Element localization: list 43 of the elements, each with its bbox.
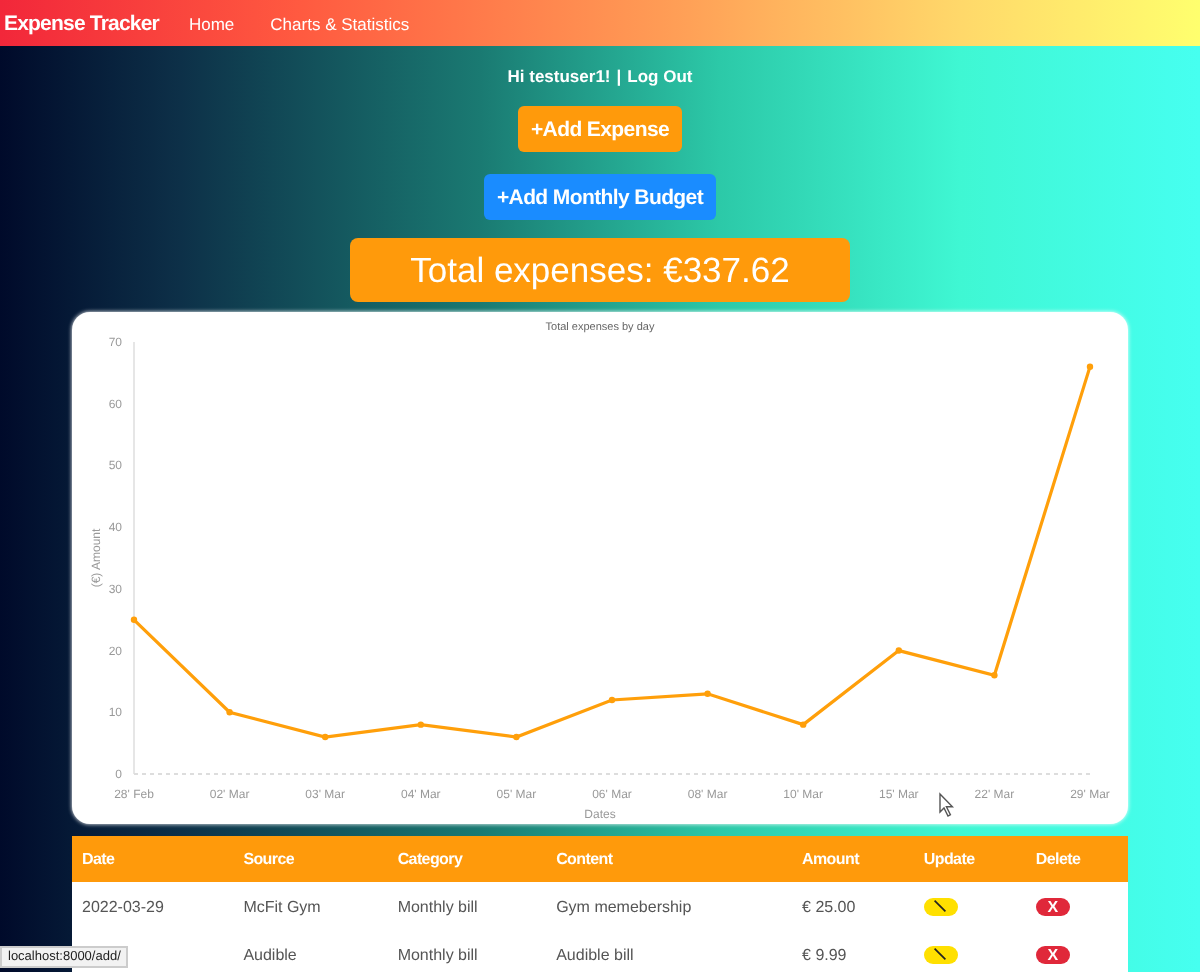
- column-header: Content: [546, 836, 793, 882]
- column-header: Source: [233, 836, 388, 882]
- cursor-icon: [939, 792, 955, 817]
- column-header: Category: [387, 836, 547, 882]
- pencil-icon: [932, 898, 949, 914]
- delete-button[interactable]: X: [1035, 897, 1070, 915]
- column-header: Delete: [1025, 836, 1128, 882]
- table-cell: Monthly bill: [387, 882, 547, 930]
- table-cell: 2022-03-29: [72, 882, 234, 930]
- separator-text: |: [616, 66, 622, 86]
- greeting-text: Hi testuser1!: [507, 66, 611, 86]
- data-point: [895, 647, 902, 654]
- edit-button[interactable]: [923, 897, 958, 915]
- table-cell: Audible bill: [546, 930, 793, 972]
- data-point: [130, 616, 138, 623]
- add-expense-button[interactable]: +Add Expense: [518, 106, 682, 152]
- data-point: [1086, 363, 1094, 370]
- data-point: [704, 690, 711, 697]
- delete-button[interactable]: X: [1035, 945, 1070, 963]
- data-point: [322, 733, 329, 741]
- data-point: [991, 672, 998, 679]
- data-point: [800, 721, 807, 728]
- table-cell: McFit Gym: [233, 882, 388, 930]
- table-cell: Monthly bill: [387, 930, 547, 972]
- data-point: [513, 733, 520, 741]
- column-header: Update: [913, 836, 1026, 882]
- logout-link[interactable]: Log Out: [627, 66, 693, 86]
- data-point: [417, 721, 424, 728]
- add-budget-button[interactable]: +Add Monthly Budget: [484, 174, 716, 220]
- data-point: [226, 709, 233, 716]
- column-header: Date: [72, 836, 234, 882]
- data-point: [608, 696, 616, 704]
- nav-link[interactable]: Home: [170, 13, 253, 33]
- table-cell: € 25.00: [792, 882, 914, 930]
- edit-button[interactable]: [923, 945, 958, 963]
- pencil-icon: [932, 946, 949, 962]
- column-header: Amount: [792, 836, 914, 882]
- total-expenses-banner: Total expenses: €337.62: [350, 238, 850, 302]
- brand-link[interactable]: Expense Tracker: [0, 11, 171, 35]
- table-cell: Audible: [233, 930, 388, 972]
- nav-link[interactable]: Charts & Statistics: [252, 13, 428, 33]
- table-cell: Gym memebership: [546, 882, 793, 930]
- table-cell: € 9.99: [792, 930, 914, 972]
